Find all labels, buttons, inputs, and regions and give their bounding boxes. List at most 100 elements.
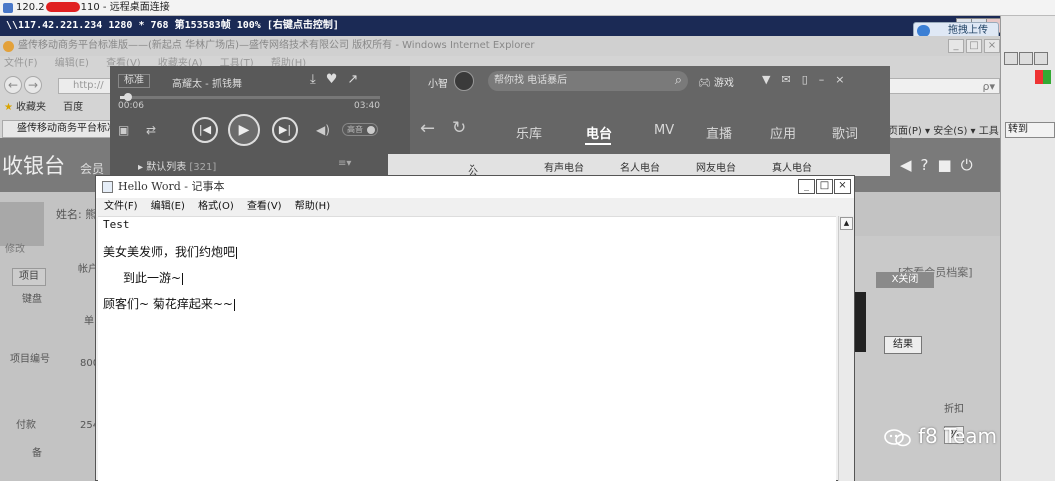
active-tab-indicator	[585, 143, 611, 145]
previous-track-icon[interactable]: |◀	[192, 117, 218, 143]
remote-desktop-icon	[3, 3, 13, 13]
sound-effect-toggle[interactable]: 高音	[342, 123, 378, 136]
dialog-close-button[interactable]: X关闭	[876, 272, 934, 288]
back-arrow-icon[interactable]: ←	[420, 118, 435, 139]
notepad-text-area[interactable]: Test 美女美发师，我们约炮吧 到此一游~ 顾客们~ 菊花痒起来~~	[98, 216, 836, 481]
text-line-2-content: 美女美发师，我们约炮吧	[103, 245, 236, 259]
ie-tab-active[interactable]: 盛传移动商务平台标准	[2, 120, 114, 138]
radio-subnav: 公共电台 ⌄ 有声电台 名人电台 网友电台 真人电台	[388, 154, 890, 224]
notepad-close-button[interactable]: ×	[834, 179, 851, 194]
text-cursor	[233, 298, 235, 311]
tab-lyrics[interactable]: 歌词	[832, 123, 858, 142]
progress-bar[interactable]	[120, 93, 380, 101]
refresh-icon[interactable]: ↻	[452, 118, 466, 138]
playlist-menu-icon[interactable]: ≡▾	[338, 158, 351, 169]
tab-library[interactable]: 乐库	[516, 123, 542, 142]
tab-apps[interactable]: 应用	[770, 123, 796, 142]
volume-icon[interactable]: ◀)	[316, 123, 330, 137]
next-track-icon[interactable]: ▶|	[272, 117, 298, 143]
host-minimize-button[interactable]	[1004, 52, 1018, 65]
progress-knob[interactable]	[123, 93, 132, 101]
volume-icon[interactable]: ◀	[900, 156, 921, 174]
notepad-minimize-button[interactable]: _	[798, 179, 815, 194]
share-icon[interactable]: ↗	[347, 72, 368, 87]
notepad-menu-edit[interactable]: 编辑(E)	[151, 201, 185, 212]
lock-icon[interactable]: ■	[938, 156, 961, 174]
text-line-1: Test	[103, 218, 130, 231]
forward-arrow-icon[interactable]: →	[24, 76, 42, 94]
notepad-menu-view[interactable]: 查看(V)	[247, 201, 282, 212]
text-line-4: 顾客们~ 菊花痒起来~~	[103, 295, 235, 312]
game-label: 游戏	[713, 78, 734, 89]
close-icon[interactable]: ×	[835, 73, 855, 86]
music-player-window: 标准 高耀太 - 抓钱舞 ⤓♥↗ 00:06 03:40 ▣ ⇄ |◀ ▶ ▶|…	[110, 66, 890, 224]
heart-icon[interactable]: ♥	[326, 72, 348, 87]
playlist-header[interactable]: ▸ 默认列表 [321] ≡▾	[138, 158, 351, 173]
notepad-scrollbar[interactable]: ▲	[838, 216, 854, 481]
subtab-netizen[interactable]: 网友电台	[696, 159, 736, 174]
subtab-audio[interactable]: 有声电台	[544, 159, 584, 174]
player-search-input[interactable]: 帮你找 电话暴后 ⌕	[488, 71, 688, 91]
host-maximize-button[interactable]	[1019, 52, 1033, 65]
rdp-status-bar: \\117.42.221.234 1280 * 768 第153583帧 100…	[0, 16, 1002, 36]
tab-mv[interactable]: MV	[654, 123, 674, 138]
subtab-public[interactable]: 公共电台 ⌄	[468, 159, 478, 224]
ie-menu-edit[interactable]: 编辑(E)	[55, 58, 89, 69]
shirt-icon[interactable]: ▼	[762, 73, 781, 86]
header-icons: ◀?■⏻	[900, 156, 982, 174]
game-link[interactable]: 🎮︎ 游戏	[698, 74, 734, 89]
search-placeholder: 帮你找 电话暴后	[494, 75, 568, 86]
lyrics-toggle-icon[interactable]: ▣	[118, 123, 129, 137]
project-number-label: 项目编号	[10, 354, 50, 365]
subtab-real-person[interactable]: 真人电台	[772, 159, 812, 174]
username[interactable]: 小智	[428, 75, 448, 90]
notepad-icon	[102, 181, 113, 193]
ie-close-button[interactable]: ×	[984, 39, 1000, 53]
favorite-item[interactable]: 百度	[63, 102, 83, 113]
watermark-text: f8 Team	[918, 424, 997, 448]
playlist-name: 默认列表	[146, 162, 187, 173]
rdp-title-prefix: 120.2	[16, 2, 45, 13]
edit-link[interactable]: 修改	[5, 240, 25, 255]
time-current: 00:06	[118, 101, 144, 111]
mini-mode-icon[interactable]: ▯	[802, 73, 819, 86]
minimize-icon[interactable]: –	[819, 73, 836, 86]
redaction-mark	[45, 2, 80, 12]
ie-title-text: 盛传移动商务平台标准版——(新起点 华林广场店)—盛传网络技术有限公司 版权所有…	[18, 40, 535, 51]
project-tab[interactable]: 项目	[12, 268, 46, 286]
go-button[interactable]: 转到	[1005, 122, 1055, 138]
back-arrow-icon[interactable]: ←	[4, 76, 22, 94]
notepad-menu-help[interactable]: 帮助(H)	[295, 201, 330, 212]
subtab-celebrity[interactable]: 名人电台	[620, 159, 660, 174]
avatar[interactable]	[454, 71, 474, 91]
download-icon[interactable]: ⤓	[310, 72, 326, 87]
quality-selector[interactable]: 标准	[118, 74, 150, 88]
mail-icon[interactable]: ✉	[781, 73, 801, 86]
notepad-menu-file[interactable]: 文件(F)	[104, 201, 138, 212]
ie-menu-file[interactable]: 文件(F)	[4, 58, 38, 69]
tab-live[interactable]: 直播	[706, 123, 732, 142]
ie-minimize-button[interactable]: _	[948, 39, 964, 53]
window-icons: ▼✉▯–×	[762, 73, 855, 86]
help-icon[interactable]: ?	[921, 156, 938, 174]
repeat-icon[interactable]: ⇄	[146, 123, 156, 137]
notepad-maximize-button[interactable]: □	[816, 179, 833, 194]
notepad-menu-format[interactable]: 格式(O)	[198, 201, 234, 212]
notepad-menu-bar: 文件(F) 编辑(E) 格式(O) 查看(V) 帮助(H)	[96, 198, 854, 216]
play-button[interactable]: ▶	[228, 114, 260, 146]
cashier-brand: 收银台	[2, 154, 65, 178]
ie-maximize-button[interactable]: □	[966, 39, 982, 53]
notepad-window: Hello Word - 记事本 _ □ × 文件(F) 编辑(E) 格式(O)…	[95, 175, 855, 481]
result-button[interactable]: 结果	[884, 336, 922, 354]
search-dropdown-icon[interactable]: ρ▾	[982, 80, 995, 93]
host-close-button[interactable]	[1034, 52, 1048, 65]
favorites-label[interactable]: 收藏夹	[16, 102, 46, 113]
tab-radio[interactable]: 电台	[586, 123, 612, 142]
power-icon[interactable]: ⏻	[961, 156, 982, 174]
address-field[interactable]: http://	[58, 78, 114, 94]
scroll-up-arrow-icon[interactable]: ▲	[840, 217, 853, 230]
time-total: 03:40	[354, 101, 380, 111]
search-icon[interactable]: ⌕	[675, 71, 682, 91]
ie-icon	[3, 41, 14, 52]
ie-search-field[interactable]: ρ▾	[886, 78, 1000, 94]
